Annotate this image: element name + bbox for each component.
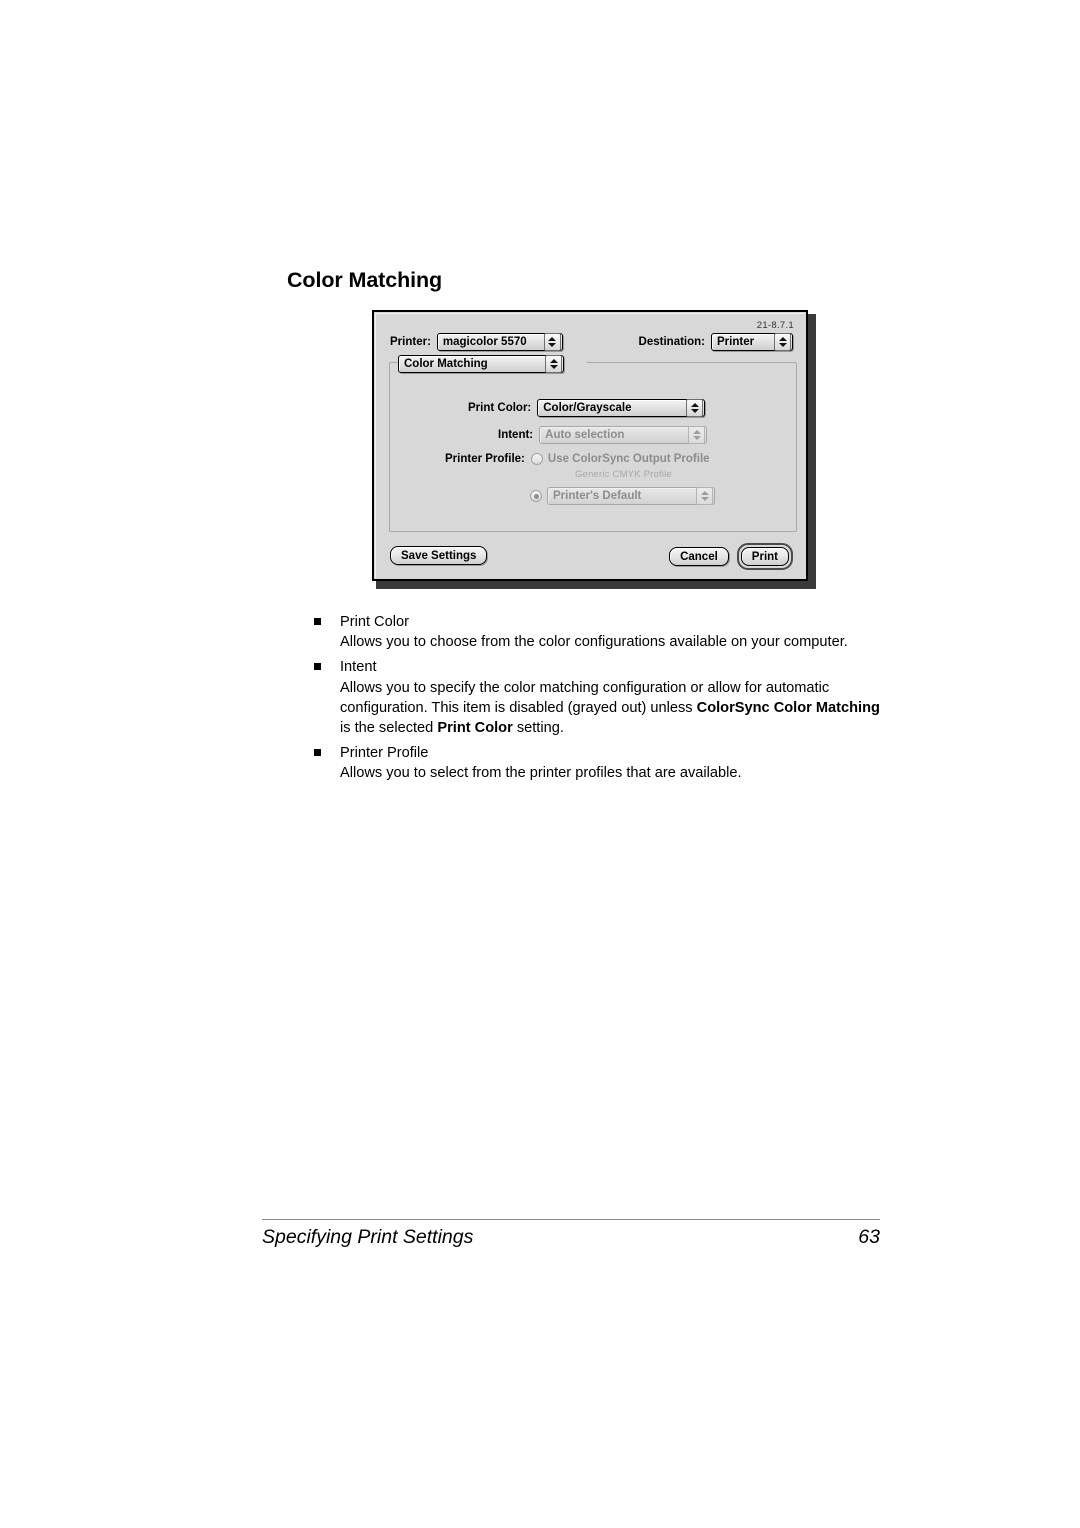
intent-label: Intent: xyxy=(498,429,534,441)
print-color-value: Color/Grayscale xyxy=(543,402,632,414)
print-color-popup[interactable]: Color/Grayscale xyxy=(537,399,706,417)
bullet-description: Allows you to select from the printer pr… xyxy=(340,765,742,782)
colorsync-subnote: Generic CMYK Profile xyxy=(575,469,672,480)
destination-label: Destination: xyxy=(638,336,705,348)
printers-default-popup[interactable]: Printer's Default xyxy=(547,487,715,505)
footer-title: Specifying Print Settings xyxy=(262,1226,474,1248)
print-dialog: 21-8.7.1 Printer: magicolor 5570 Destina… xyxy=(372,310,816,589)
bullet-description: Allows you to choose from the color conf… xyxy=(340,634,848,651)
chevron-updown-icon xyxy=(686,399,704,417)
colorsync-subnote-row: Generic CMYK Profile xyxy=(575,469,672,480)
list-item: Intent Allows you to specify the color m… xyxy=(314,657,894,738)
printer-popup-value: magicolor 5570 xyxy=(442,336,527,348)
dialog-top-row: Printer: magicolor 5570 Destination: Pri… xyxy=(376,333,805,353)
footer-divider xyxy=(262,1219,880,1220)
print-button-default-ring: Print xyxy=(736,543,793,570)
print-color-label: Print Color: xyxy=(468,402,532,414)
pane-selector-popup[interactable]: Color Matching xyxy=(398,355,564,373)
printer-popup[interactable]: magicolor 5570 xyxy=(436,333,563,351)
bullet-term: Printer Profile xyxy=(340,745,429,762)
color-matching-pane: Print Color: Color/Grayscale Intent: Aut… xyxy=(390,363,796,531)
square-bullet-icon xyxy=(314,749,321,757)
intent-value: Auto selection xyxy=(545,429,625,441)
cancel-button[interactable]: Cancel xyxy=(669,547,729,566)
print-button[interactable]: Print xyxy=(740,547,789,566)
printer-profile-label: Printer Profile: xyxy=(445,453,525,465)
radio-printers-default[interactable] xyxy=(530,490,542,502)
printers-default-value: Printer's Default xyxy=(553,490,642,502)
page-footer: Specifying Print Settings 63 xyxy=(262,1226,880,1249)
dialog-content-area: 21-8.7.1 Printer: magicolor 5570 Destina… xyxy=(375,313,805,578)
footer-page-number: 63 xyxy=(858,1226,880,1248)
chevron-updown-icon xyxy=(696,487,713,505)
chevron-updown-icon xyxy=(774,333,791,351)
destination-popup-value: Printer xyxy=(717,336,755,348)
bullet-term: Print Color xyxy=(340,614,409,630)
square-bullet-icon xyxy=(314,663,321,671)
dialog-button-bar: Save Settings Cancel Print xyxy=(390,543,793,570)
chevron-updown-icon xyxy=(688,426,706,444)
printers-default-row: Printer's Default xyxy=(530,487,715,505)
destination-popup[interactable]: Printer xyxy=(711,333,793,351)
bullet-description: Allows you to specify the color matching… xyxy=(340,679,880,737)
pane-selector-value: Color Matching xyxy=(404,358,488,370)
list-item: Printer Profile Allows you to select fro… xyxy=(314,743,894,783)
settings-groupbox: Print Color: Color/Grayscale Intent: Aut… xyxy=(389,362,797,532)
list-item: Print Color Allows you to choose from th… xyxy=(314,612,894,652)
bullet-list: Print Color Allows you to choose from th… xyxy=(314,612,894,789)
chevron-updown-icon xyxy=(543,333,561,351)
printer-profile-row: Printer Profile: Use ColorSync Output Pr… xyxy=(445,453,710,465)
radio-use-colorsync-output-profile[interactable] xyxy=(530,453,543,465)
intent-popup[interactable]: Auto selection xyxy=(539,426,708,444)
radio-colorsync-label: Use ColorSync Output Profile xyxy=(547,453,710,465)
chevron-updown-icon xyxy=(545,355,562,373)
driver-version-label: 21-8.7.1 xyxy=(756,320,794,331)
dialog-primary-buttons: Cancel Print xyxy=(669,543,793,570)
printer-label: Printer: xyxy=(390,336,431,348)
save-settings-button[interactable]: Save Settings xyxy=(390,546,488,565)
square-bullet-icon xyxy=(314,618,321,625)
intent-row: Intent: Auto selection xyxy=(498,426,708,444)
bullet-term: Intent xyxy=(340,659,377,676)
page-title: Color Matching xyxy=(287,268,443,292)
print-color-row: Print Color: Color/Grayscale xyxy=(468,399,706,417)
dialog-window: 21-8.7.1 Printer: magicolor 5570 Destina… xyxy=(372,310,808,581)
